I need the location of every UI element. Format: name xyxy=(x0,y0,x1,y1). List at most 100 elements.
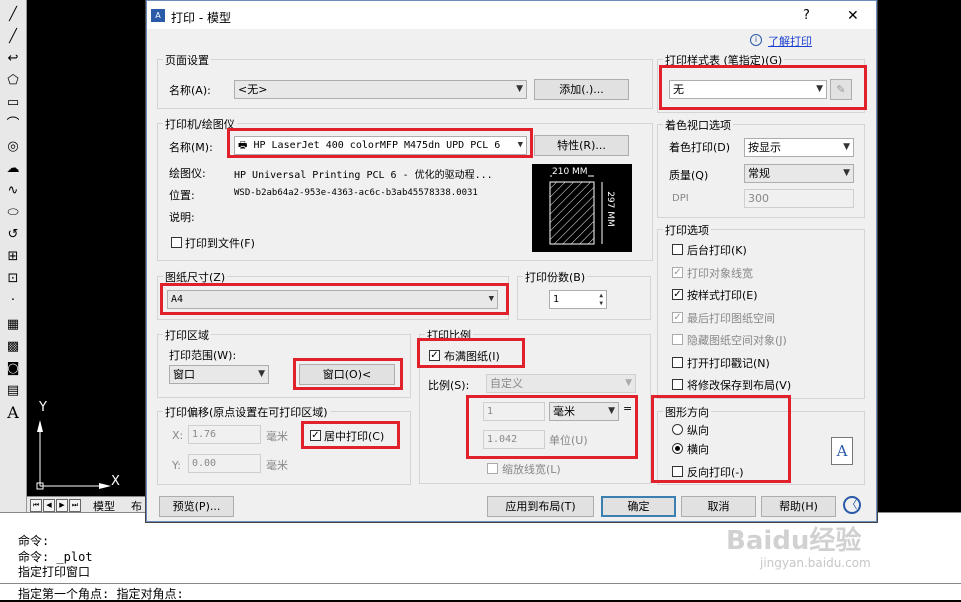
table-icon[interactable]: ▤ xyxy=(3,382,23,400)
layout-tabs-bar: ⏮ ◀ ▶ ⏭ 模型 布 xyxy=(27,496,147,513)
hatch-icon[interactable]: ▦ xyxy=(3,316,23,334)
next-tab-icon[interactable]: ▶ xyxy=(56,499,68,512)
text-icon[interactable]: A xyxy=(3,404,23,422)
help-button[interactable]: 帮助(H) xyxy=(761,496,836,517)
scale-unit-select[interactable]: 毫米 ▼ xyxy=(549,402,619,421)
plotter-label: 绘图仪: xyxy=(169,167,206,180)
scale-select[interactable]: 自定义 ▼ xyxy=(486,374,636,393)
plot-option-label: 后台打印(K) xyxy=(687,244,747,257)
plot-option-checkbox[interactable]: ✓ xyxy=(672,311,683,323)
baidu-watermark-url: jingyan.baidu.com xyxy=(760,556,871,570)
printer-name-select[interactable]: 🖶 HP LaserJet 400 colorMFP M475dn UPD PC… xyxy=(234,136,527,155)
point-icon[interactable]: · xyxy=(3,292,23,310)
plot-style-table-select[interactable]: 无 ▼ xyxy=(669,80,827,99)
scale-value1-input[interactable]: 1 xyxy=(483,402,545,421)
page-setup-name-select[interactable]: <无> ▼ xyxy=(234,80,527,99)
offset-y-label: Y: xyxy=(172,459,181,472)
printer-icon: 🖶 xyxy=(238,140,254,151)
paper-width-label: 210 MM xyxy=(552,167,588,177)
ucs-icon xyxy=(36,420,111,490)
plot-option-checkbox[interactable] xyxy=(672,334,683,345)
plot-scale-title: 打印比例 xyxy=(425,327,473,343)
plot-upside-down-label: 反向打印(-) xyxy=(687,466,744,479)
last-tab-icon[interactable]: ⏭ xyxy=(69,499,81,512)
print-range-select[interactable]: 窗口 ▼ xyxy=(169,365,269,384)
location-value: WSD-b2ab64a2-953e-4363-ac6c-b3ab45578338… xyxy=(234,188,478,198)
shade-plot-select[interactable]: 按显示 ▼ xyxy=(744,138,854,157)
plot-option-checkbox[interactable]: ✓ xyxy=(672,266,683,278)
make-block-icon[interactable]: ⊡ xyxy=(3,270,23,288)
portrait-radio[interactable] xyxy=(672,424,683,435)
paper-size-select[interactable]: A4 ▼ xyxy=(167,290,498,309)
dpi-input[interactable]: 300 xyxy=(744,189,854,208)
add-page-setup-button[interactable]: 添加(.)... xyxy=(534,79,629,100)
copies-title: 打印份数(B) xyxy=(523,269,588,285)
printer-name-label: 名称(M): xyxy=(169,141,213,154)
quality-select[interactable]: 常规 ▼ xyxy=(744,164,854,183)
ucs-x-label: X xyxy=(111,474,120,489)
learn-about-printing-link[interactable]: 了解打印 xyxy=(768,33,812,49)
center-plot-label: 居中打印(C) xyxy=(324,430,385,443)
offset-y-input[interactable]: 0.00 xyxy=(188,454,261,473)
dpi-label: DPI xyxy=(672,193,689,204)
print-to-file-checkbox[interactable] xyxy=(171,237,182,248)
paper-preview: 210 MM 297 MM xyxy=(532,164,632,252)
dialog-title: 打印 - 模型 xyxy=(171,11,231,25)
rectangle-icon[interactable]: ▭ xyxy=(3,94,23,112)
copies-stepper[interactable]: 1 ▲ ▼ xyxy=(549,290,607,309)
preview-button[interactable]: 预览(P)... xyxy=(159,496,234,517)
orientation-preview-icon: A xyxy=(831,437,853,465)
arc-path-icon[interactable]: ↩ xyxy=(3,50,23,68)
plot-upside-down-checkbox[interactable] xyxy=(672,466,683,477)
ellipse-icon[interactable]: ⬭ xyxy=(3,204,23,222)
cancel-button[interactable]: 取消 xyxy=(681,496,756,517)
info-icon: i xyxy=(750,34,762,46)
printer-properties-button[interactable]: 特性(R)... xyxy=(534,135,629,156)
dialog-titlebar[interactable]: A 打印 - 模型 ? ✕ xyxy=(147,1,876,29)
quality-label: 质量(Q) xyxy=(669,169,709,182)
ok-button[interactable]: 确定 xyxy=(601,496,676,517)
polyline-icon[interactable]: ╱ xyxy=(3,28,23,46)
print-area-title: 打印区域 xyxy=(163,327,211,343)
line-icon[interactable]: ╱ xyxy=(3,6,23,24)
scale-equals-label: = xyxy=(623,402,633,415)
plot-option-checkbox[interactable] xyxy=(672,379,683,390)
insert-block-icon[interactable]: ⊞ xyxy=(3,248,23,266)
scale-lineweights-checkbox[interactable] xyxy=(487,463,498,474)
plot-option-checkbox[interactable] xyxy=(672,356,683,368)
command-input[interactable]: 指定第一个角点: 指定对角点: xyxy=(0,583,961,601)
command-history-line: 命令: xyxy=(18,534,50,548)
command-history-line: 指定打印窗口 xyxy=(18,565,91,579)
description-label: 说明: xyxy=(169,211,195,224)
rotate-icon[interactable]: ↺ xyxy=(3,226,23,244)
offset-x-input[interactable]: 1.76 xyxy=(188,425,261,444)
circle-icon[interactable]: ◎ xyxy=(3,138,23,156)
first-tab-icon[interactable]: ⏮ xyxy=(30,499,42,512)
more-options-icon[interactable]: 〈 xyxy=(843,496,861,514)
autocad-app-icon: A xyxy=(151,9,165,22)
arc-icon[interactable]: ⌒ xyxy=(3,116,23,134)
paper-size-title: 图纸尺寸(Z) xyxy=(163,269,228,285)
gradient-icon[interactable]: ▩ xyxy=(3,338,23,356)
prev-tab-icon[interactable]: ◀ xyxy=(43,499,55,512)
window-pick-button[interactable]: 窗口(O)< xyxy=(299,364,395,385)
printer-title: 打印机/绘图仪 xyxy=(163,116,237,132)
location-label: 位置: xyxy=(169,189,195,202)
help-icon[interactable]: ? xyxy=(803,8,810,23)
apply-to-layout-button[interactable]: 应用到布局(T) xyxy=(487,496,594,517)
plot-option-checkbox[interactable] xyxy=(672,244,683,255)
portrait-label: 纵向 xyxy=(687,424,709,437)
fit-to-paper-checkbox[interactable]: ✓ xyxy=(429,350,440,361)
region-icon[interactable]: ◙ xyxy=(3,360,23,378)
close-icon[interactable]: ✕ xyxy=(847,8,859,24)
landscape-radio[interactable] xyxy=(672,443,683,454)
center-plot-checkbox[interactable]: ✓ xyxy=(310,430,321,441)
plot-option-checkbox[interactable]: ✓ xyxy=(672,289,683,300)
scale-value2-input[interactable]: 1.042 xyxy=(483,430,545,449)
pentagon-icon[interactable]: ⬠ xyxy=(3,72,23,90)
plot-option-label: 将修改保存到布局(V) xyxy=(687,379,792,392)
plot-option-label: 隐藏图纸空间对象(J) xyxy=(687,334,787,347)
edit-style-table-icon[interactable]: ✎ xyxy=(830,79,852,100)
cloud-icon[interactable]: ☁ xyxy=(3,160,23,178)
spline-icon[interactable]: ∿ xyxy=(3,182,23,200)
